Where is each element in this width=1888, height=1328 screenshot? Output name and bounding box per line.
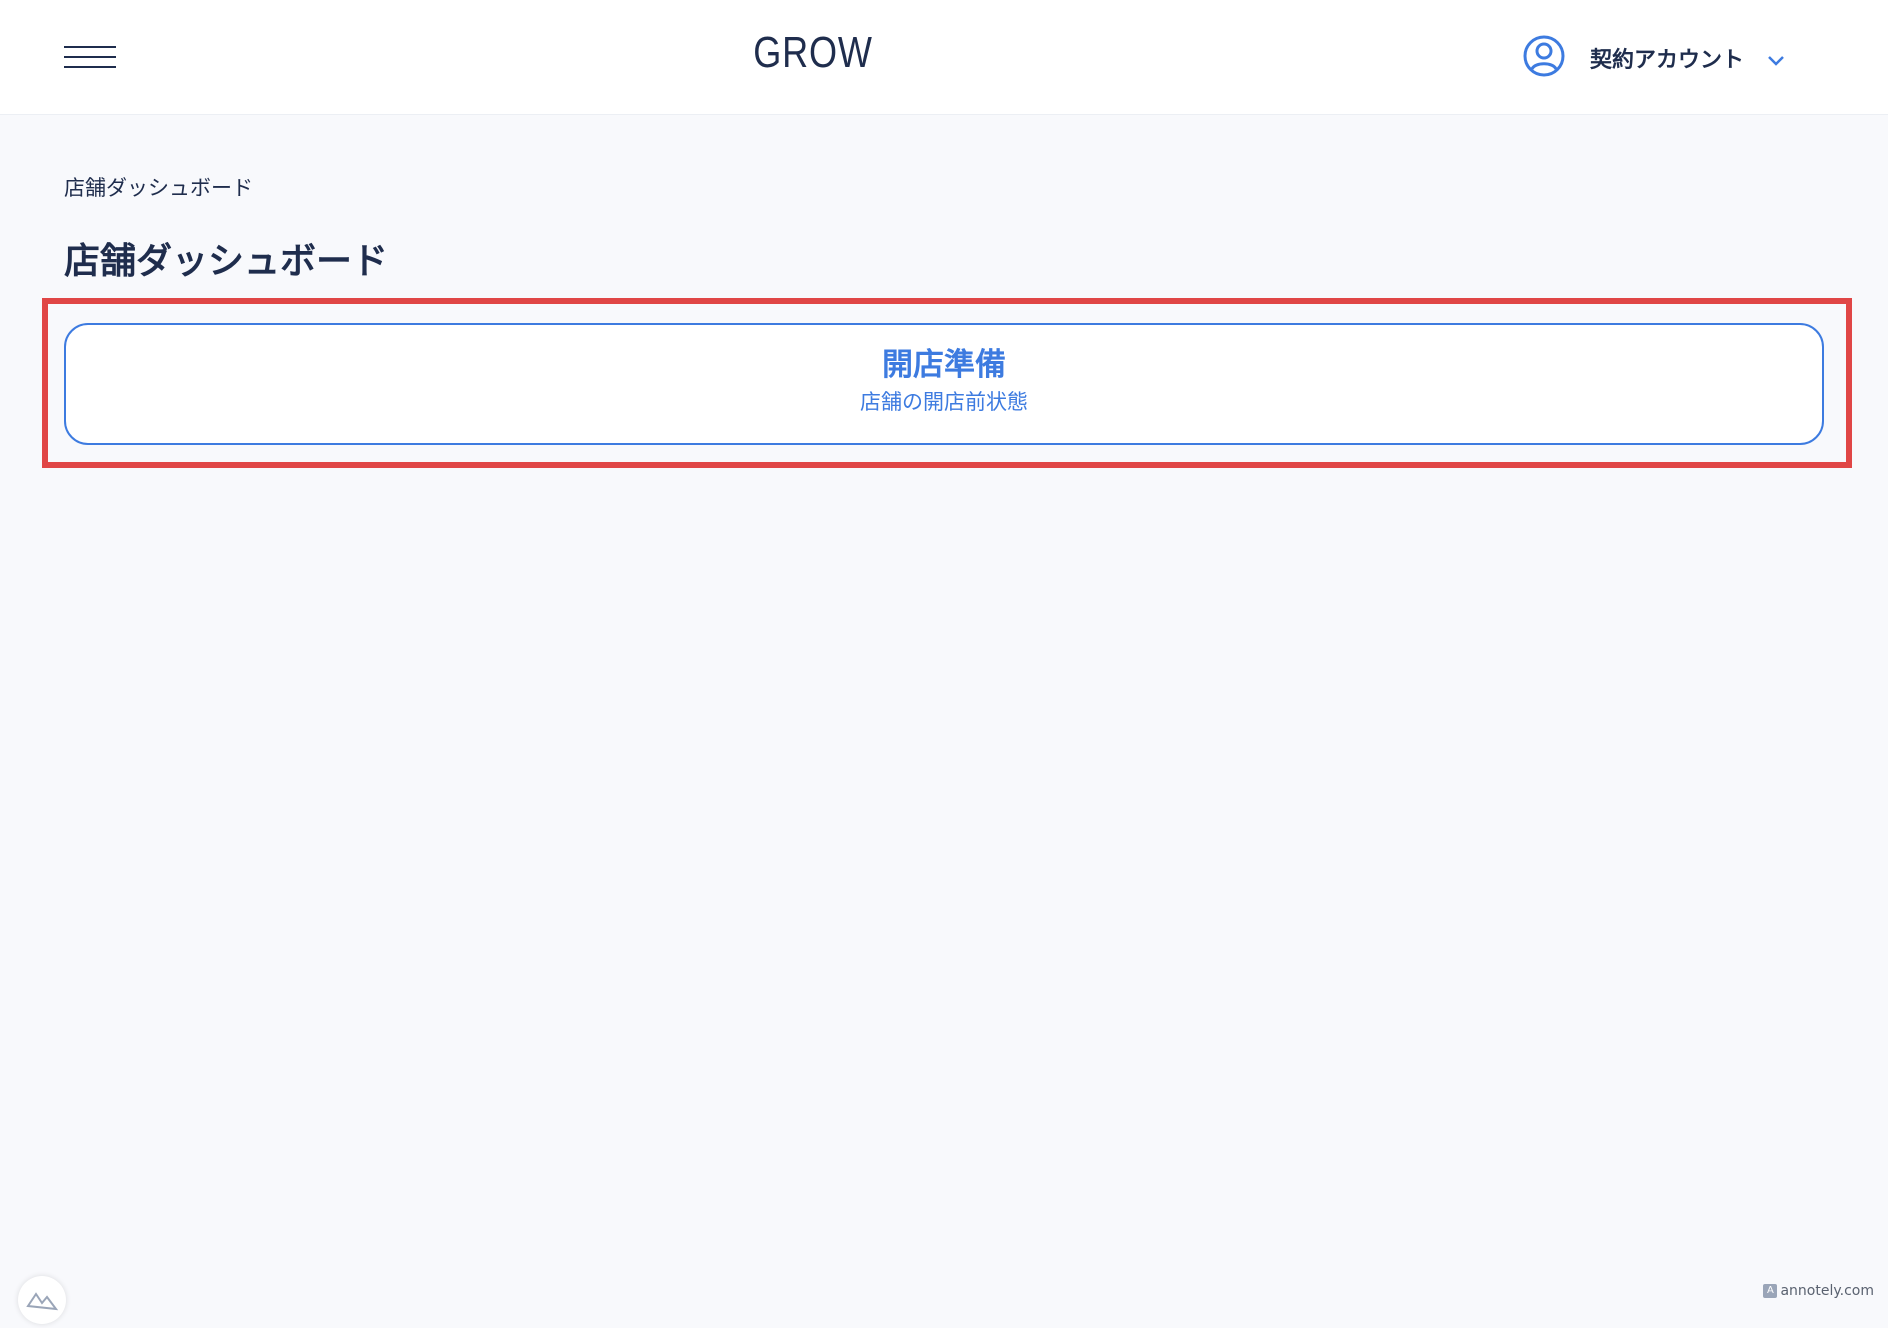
chevron-down-icon[interactable] <box>1764 48 1788 72</box>
breadcrumb[interactable]: 店舗ダッシュボード <box>64 172 253 202</box>
annotely-icon: A <box>1763 1284 1778 1298</box>
nuxt-logo-icon[interactable] <box>18 1276 66 1324</box>
account-label: 契約アカウント <box>1590 48 1745 73</box>
status-title: 開店準備 <box>882 347 1006 383</box>
user-circle-icon <box>1523 35 1565 77</box>
app-logo[interactable]: GROW <box>720 28 905 78</box>
account-menu[interactable]: 契約アカウント <box>1428 30 1888 86</box>
status-subtitle: 店舗の開店前状態 <box>860 390 1028 414</box>
page-title: 店舗ダッシュボード <box>64 241 389 282</box>
watermark-text: annotely.com <box>1780 1283 1874 1299</box>
top-header: GROW 契約アカウント <box>0 0 1888 115</box>
watermark: Aannotely.com <box>1763 1283 1874 1299</box>
hamburger-menu-icon[interactable] <box>64 42 116 72</box>
store-status-card[interactable]: 開店準備 店舗の開店前状態 <box>64 323 1824 445</box>
